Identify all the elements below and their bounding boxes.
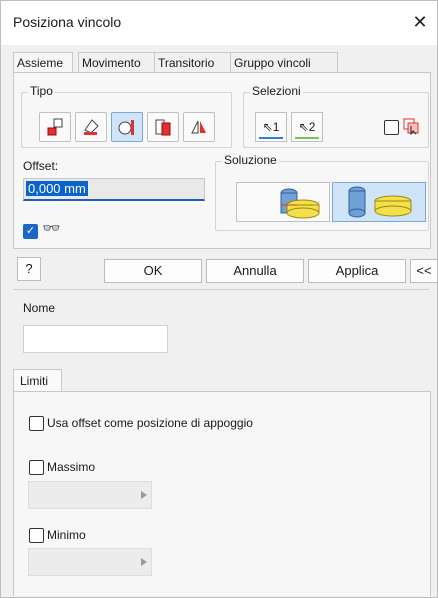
selezioni-group: Selezioni ⇖ 1 ⇖ 2 <box>243 84 429 148</box>
massimo-input[interactable] <box>28 481 152 509</box>
apply-button[interactable]: Applica <box>308 259 406 283</box>
selezioni-label: Selezioni <box>250 84 303 98</box>
solution-aligned-button[interactable] <box>332 182 426 222</box>
preview-checkbox[interactable]: ✓ <box>23 224 38 239</box>
tab-assieme[interactable]: Assieme <box>13 52 73 74</box>
tab-limiti[interactable]: Limiti <box>13 369 62 391</box>
tipo-group: Tipo <box>21 84 232 148</box>
selection-2-button[interactable]: ⇖ 2 <box>291 112 323 142</box>
cursor-icon: ⇖ <box>298 120 309 134</box>
nome-input[interactable] <box>23 325 168 353</box>
selection-2-underline <box>295 137 319 139</box>
tab-transitorio[interactable]: Transitorio <box>154 52 232 73</box>
mate-icon[interactable] <box>39 112 71 142</box>
offset-label: Offset: <box>23 159 59 173</box>
dialog-window: Posiziona vincolo ✕ Assieme Movimento Tr… <box>0 0 438 598</box>
offset-value: 0,000 mm <box>26 181 88 196</box>
cursor-icon: ⇖ <box>262 120 273 134</box>
selection-1-button[interactable]: ⇖ 1 <box>255 112 287 142</box>
glasses-icon: 👓 <box>42 220 61 237</box>
insert-icon[interactable] <box>147 112 179 142</box>
massimo-label: Massimo <box>47 460 96 474</box>
tab-gruppo-vincoli[interactable]: Gruppo vincoli <box>230 52 338 73</box>
use-offset-checkbox[interactable] <box>29 416 44 431</box>
minimo-input[interactable] <box>28 548 152 576</box>
minimo-label: Minimo <box>47 528 86 542</box>
solution-opposed-button[interactable] <box>236 182 330 222</box>
cancel-button[interactable]: Annulla <box>206 259 304 283</box>
nome-label: Nome <box>23 301 56 315</box>
tangent-icon[interactable] <box>111 112 143 142</box>
more-button[interactable]: << <box>410 259 438 283</box>
help-button[interactable]: ? <box>17 257 41 281</box>
separator <box>13 289 429 290</box>
dialog-title: Posiziona vincolo <box>13 14 122 30</box>
massimo-checkbox[interactable] <box>29 460 44 475</box>
symmetry-icon[interactable] <box>183 112 215 142</box>
selection-1-label: 1 <box>272 120 280 134</box>
ok-button[interactable]: OK <box>104 259 202 283</box>
soluzione-group: Soluzione <box>215 153 429 231</box>
first-occurrence-checkbox[interactable] <box>384 120 399 135</box>
title-bar: Posiziona vincolo ✕ <box>1 1 437 45</box>
soluzione-label: Soluzione <box>222 153 279 167</box>
tipo-label: Tipo <box>28 84 55 98</box>
offset-input[interactable]: 0,000 mm <box>23 178 205 201</box>
angle-icon[interactable] <box>75 112 107 142</box>
minimo-arrow-icon <box>141 558 147 566</box>
massimo-arrow-icon <box>141 491 147 499</box>
tab-movimento[interactable]: Movimento <box>78 52 156 73</box>
selection-1-underline <box>259 137 283 139</box>
use-offset-label: Usa offset come posizione di appoggio <box>47 416 253 430</box>
selection-2-label: 2 <box>308 120 316 134</box>
first-occurrence-icon <box>402 117 420 136</box>
close-button[interactable]: ✕ <box>409 11 431 33</box>
minimo-checkbox[interactable] <box>29 528 44 543</box>
